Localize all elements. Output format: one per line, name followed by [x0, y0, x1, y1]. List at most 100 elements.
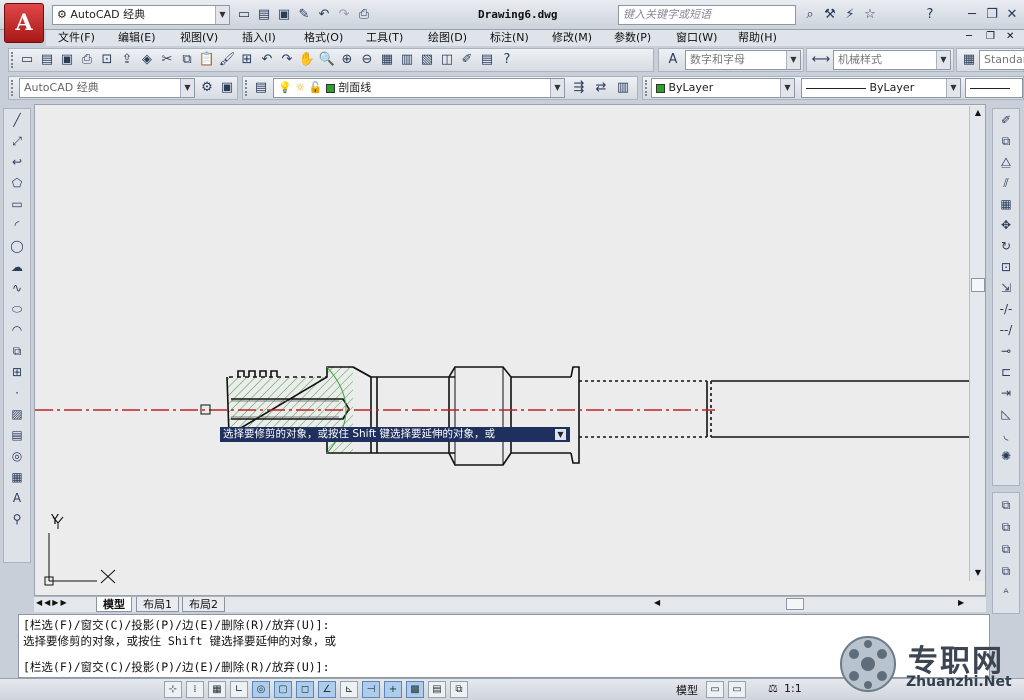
line-icon[interactable]: ╱ [7, 110, 27, 130]
table-icon[interactable]: ▦ [7, 467, 27, 487]
scroll-down-icon[interactable]: ▼ [971, 566, 985, 580]
tab-model[interactable]: 模型 [96, 597, 132, 612]
insert-block-icon[interactable]: ⧉ [7, 341, 27, 361]
paste-icon[interactable]: 📋 [197, 50, 217, 70]
rotate-icon[interactable]: ↻ [996, 236, 1016, 256]
annotation-scale[interactable]: 1:1 [784, 682, 802, 695]
3d-osnap-icon[interactable]: ◻ [296, 681, 314, 698]
chamfer-icon[interactable]: ◺ [996, 404, 1016, 424]
save-icon-2[interactable]: ▣ [57, 50, 77, 70]
ellipse-arc-icon[interactable]: ◠ [7, 320, 27, 340]
redo-icon[interactable]: ↷ [334, 5, 354, 25]
text-style-icon[interactable]: A [663, 50, 683, 70]
copy-object-icon[interactable]: ⧉ [996, 131, 1016, 151]
trim-icon[interactable]: -/- [996, 299, 1016, 319]
explode-icon[interactable]: ✺ [996, 446, 1016, 466]
add-selected-icon[interactable]: ⚲ [7, 509, 27, 529]
preview-icon[interactable]: ⊡ [97, 50, 117, 70]
open-icon[interactable]: ▤ [37, 50, 57, 70]
zoom-previous-icon[interactable]: ⊖ [357, 50, 377, 70]
snap-icon[interactable]: ⁞ [186, 681, 204, 698]
application-button[interactable]: A [4, 3, 44, 43]
design-center-icon[interactable]: ▥ [397, 50, 417, 70]
clean-screen-icon[interactable]: ▣ [217, 78, 237, 98]
circle-icon[interactable]: ◯ [7, 236, 27, 256]
vertical-scroll-thumb[interactable] [971, 278, 985, 292]
layer-properties-icon[interactable]: ▤ [251, 78, 271, 98]
scale-icon[interactable]: ⊡ [996, 257, 1016, 277]
text-front-icon[interactable]: ᴬ [996, 583, 1016, 603]
color-combo[interactable]: ByLayer ▼ [651, 78, 795, 98]
polar-icon[interactable]: ◎ [252, 681, 270, 698]
arc-icon[interactable]: ◜ [7, 215, 27, 235]
osnap-icon[interactable]: ▢ [274, 681, 292, 698]
workspace-combo-title[interactable]: ⚙ AutoCAD 经典 ▼ [52, 5, 230, 25]
table-style-icon[interactable]: ▦ [959, 50, 979, 70]
erase-icon[interactable]: ✐ [996, 110, 1016, 130]
copy-icon[interactable]: ⧉ [177, 50, 197, 70]
close-icon[interactable]: ✕ [1002, 5, 1022, 25]
help-icon-2[interactable]: ? [497, 50, 517, 70]
extend-icon[interactable]: --/ [996, 320, 1016, 340]
plot-icon[interactable]: ⎙ [354, 5, 374, 25]
break-icon[interactable]: ⊏ [996, 362, 1016, 382]
exchange-icon[interactable]: ⚡ [840, 5, 860, 25]
tools-icon[interactable]: ⚒ [820, 5, 840, 25]
quick-view-layouts-icon[interactable]: ▭ [706, 681, 724, 698]
construction-line-icon[interactable]: ⤢ [7, 131, 27, 151]
bring-front-icon[interactable]: ⧉ [996, 495, 1016, 515]
scroll-left-icon[interactable]: ◀ [654, 598, 660, 607]
linetype-combo[interactable]: ByLayer ▼ [801, 78, 961, 98]
spline-icon[interactable]: ∿ [7, 278, 27, 298]
tab-layout1[interactable]: 布局1 [136, 597, 179, 612]
new-file-icon[interactable]: ▭ [234, 5, 254, 25]
bring-above-icon[interactable]: ⧉ [996, 539, 1016, 559]
open-file-icon[interactable]: ▤ [254, 5, 274, 25]
fillet-icon[interactable]: ◟ [996, 425, 1016, 445]
quickcalc-icon[interactable]: ▤ [477, 50, 497, 70]
infer-constraints-icon[interactable]: ⊹ [164, 681, 182, 698]
redo-icon-2[interactable]: ↷ [277, 50, 297, 70]
search-input[interactable]: 键入关键字或短语 [618, 5, 796, 25]
menu-parametric[interactable]: 参数(P) [614, 30, 651, 46]
tab-layout2[interactable]: 布局2 [182, 597, 225, 612]
menu-format[interactable]: 格式(O) [304, 30, 343, 46]
quick-view-drawings-icon[interactable]: ▭ [728, 681, 746, 698]
minimize-icon[interactable]: ─ [962, 5, 982, 25]
menu-help[interactable]: 帮助(H) [738, 30, 777, 46]
block-editor-icon[interactable]: ⊞ [237, 50, 257, 70]
mirror-icon[interactable]: ⧋ [996, 152, 1016, 172]
region-icon[interactable]: ◎ [7, 446, 27, 466]
undo-icon-2[interactable]: ↶ [257, 50, 277, 70]
stretch-icon[interactable]: ⇲ [996, 278, 1016, 298]
drawing-canvas[interactable]: Y X [34, 104, 986, 596]
send-under-icon[interactable]: ⧉ [996, 561, 1016, 581]
menu-tools[interactable]: 工具(T) [366, 30, 403, 46]
otrack-icon[interactable]: ∠ [318, 681, 336, 698]
print-icon[interactable]: ⎙ [77, 50, 97, 70]
layer-state-icon[interactable]: ▥ [613, 78, 633, 98]
help-icon[interactable]: ? [920, 5, 940, 25]
menu-edit[interactable]: 编辑(E) [118, 30, 156, 46]
layer-previous-icon[interactable]: ⇄ [591, 78, 611, 98]
cut-icon[interactable]: ✂ [157, 50, 177, 70]
ellipse-icon[interactable]: ⬭ [7, 299, 27, 319]
vertical-scrollbar[interactable]: ▲ ▼ [969, 106, 985, 581]
tab-nav-arrows-icon[interactable]: ◀◀▶▶ [36, 598, 69, 607]
menu-file[interactable]: 文件(F) [58, 30, 95, 46]
doc-restore-icon[interactable]: ❐ [986, 31, 995, 42]
ortho-icon[interactable]: ∟ [230, 681, 248, 698]
zoom-window-icon[interactable]: ⊕ [337, 50, 357, 70]
save-icon[interactable]: ▣ [274, 5, 294, 25]
workspace-combo[interactable]: AutoCAD 经典 ▼ [19, 78, 195, 98]
make-current-layer-icon[interactable]: ⇶ [569, 78, 589, 98]
array-icon[interactable]: ▦ [996, 194, 1016, 214]
gradient-icon[interactable]: ▤ [7, 425, 27, 445]
menu-window[interactable]: 窗口(W) [676, 30, 717, 46]
layer-combo[interactable]: 💡 ☼ 🔓 剖面线 ▼ [273, 78, 565, 98]
dim-style-combo[interactable]: 机械样式 ▼ [833, 50, 951, 70]
transparency-icon[interactable]: ▩ [406, 681, 424, 698]
dim-style-icon[interactable]: ⟷ [811, 50, 831, 70]
menu-dimension[interactable]: 标注(N) [490, 30, 529, 46]
polyline-icon[interactable]: ↩ [7, 152, 27, 172]
